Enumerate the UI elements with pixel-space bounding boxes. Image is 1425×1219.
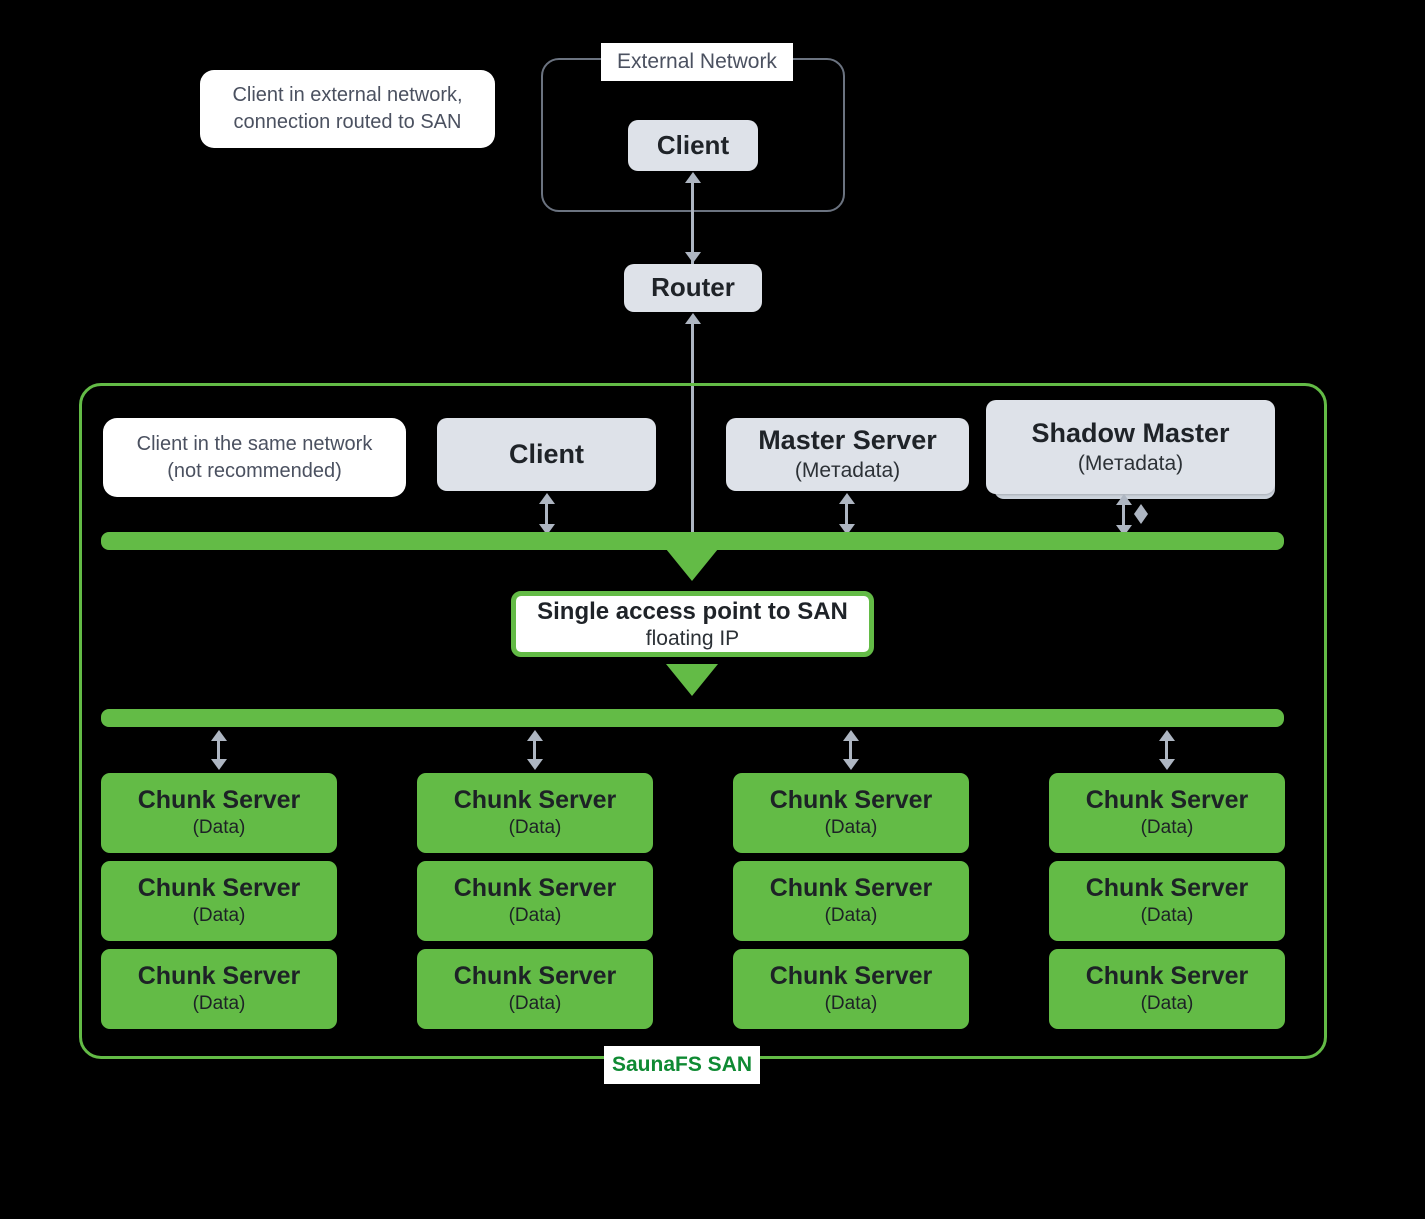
arrow-down-shadow-copy (1134, 514, 1148, 524)
chunk-server-title: Chunk Server (769, 961, 933, 990)
shadow-master-sub: (Meтadata) (1077, 451, 1184, 475)
router-node[interactable]: Router (624, 264, 762, 312)
chunk-server[interactable]: Chunk Server (Data) (1049, 861, 1285, 941)
arrow-down-chunk-col-2 (527, 759, 543, 770)
chunk-server-title: Chunk Server (1085, 785, 1249, 814)
san-client-title: Client (508, 438, 584, 469)
chunk-server[interactable]: Chunk Server (Data) (417, 773, 653, 853)
chunk-server[interactable]: Chunk Server (Data) (1049, 773, 1285, 853)
chunk-server[interactable]: Chunk Server (Data) (101, 861, 337, 941)
chunk-server-sub: (Data) (824, 993, 878, 1015)
chunk-server-sub: (Data) (1140, 905, 1194, 927)
arrow-down-chunk-col-1 (211, 759, 227, 770)
shadow-master-node[interactable]: Shadow Master (Meтadata) (986, 400, 1275, 494)
chunk-server-title: Chunk Server (137, 785, 301, 814)
chunk-server-title: Chunk Server (137, 873, 301, 902)
external-client-title: Client (656, 129, 730, 160)
chunk-server-title: Chunk Server (137, 961, 301, 990)
chunk-server-sub: (Data) (192, 993, 246, 1015)
external-client-node[interactable]: Client (628, 120, 758, 171)
chunk-server-sub: (Data) (508, 905, 562, 927)
shadow-master-title: Shadow Master (1031, 417, 1230, 448)
green-triangle-to-access-point (666, 549, 718, 581)
chunk-server-sub: (Data) (508, 817, 562, 839)
callout-internal-client: Client in the same network (not recommen… (103, 418, 406, 497)
external-network-label-text: External Network (617, 50, 777, 73)
san-lower-bus (101, 709, 1284, 727)
arrow-up-chunk-col-4 (1159, 730, 1175, 741)
master-server-node[interactable]: Master Server (Meтadata) (726, 418, 969, 491)
chunk-server-sub: (Data) (824, 817, 878, 839)
arrow-up-san-client (539, 493, 555, 504)
arrow-up-chunk-col-2 (527, 730, 543, 741)
arrow-up-shadow (1116, 494, 1132, 505)
arrow-up-master (839, 493, 855, 504)
san-client-node[interactable]: Client (437, 418, 656, 491)
chunk-server-title: Chunk Server (453, 873, 617, 902)
chunk-server-sub: (Data) (192, 905, 246, 927)
external-network-label: External Network (601, 43, 793, 81)
chunk-server-sub: (Data) (1140, 817, 1194, 839)
access-point-title: Single access point to SAN (537, 597, 848, 625)
chunk-server[interactable]: Chunk Server (Data) (733, 949, 969, 1029)
san-label-text: SaunaFS SAN (611, 1053, 753, 1076)
chunk-server-sub: (Data) (824, 905, 878, 927)
chunk-server[interactable]: Chunk Server (Data) (417, 861, 653, 941)
master-server-sub: (Meтadata) (794, 459, 901, 483)
san-label: SaunaFS SAN (604, 1046, 760, 1084)
master-server-title: Master Server (758, 425, 937, 456)
access-point-node[interactable]: Single access point to SAN floating IP (511, 591, 874, 657)
arrow-down-chunk-col-4 (1159, 759, 1175, 770)
green-triangle-to-lower-bus (666, 664, 718, 696)
chunk-server-title: Chunk Server (769, 785, 933, 814)
arrow-up-shadow-copy (1134, 504, 1148, 514)
diagram-canvas: External Network Client Client in extern… (0, 0, 1425, 1219)
arrow-down-chunk-col-3 (843, 759, 859, 770)
chunk-server[interactable]: Chunk Server (Data) (1049, 949, 1285, 1029)
chunk-server-sub: (Data) (1140, 993, 1194, 1015)
chunk-server-sub: (Data) (508, 993, 562, 1015)
chunk-server[interactable]: Chunk Server (Data) (101, 773, 337, 853)
arrow-up-to-router-bottom (685, 313, 701, 324)
arrow-down-to-router-top (685, 252, 701, 263)
chunk-server[interactable]: Chunk Server (Data) (733, 861, 969, 941)
chunk-server-sub: (Data) (192, 817, 246, 839)
chunk-server-title: Chunk Server (1085, 961, 1249, 990)
arrow-up-chunk-col-3 (843, 730, 859, 741)
chunk-server-title: Chunk Server (769, 873, 933, 902)
arrow-up-chunk-col-1 (211, 730, 227, 741)
chunk-server[interactable]: Chunk Server (Data) (733, 773, 969, 853)
arrow-up-to-external-client (685, 172, 701, 183)
chunk-server[interactable]: Chunk Server (Data) (101, 949, 337, 1029)
router-title: Router (651, 272, 735, 303)
chunk-server-title: Chunk Server (1085, 873, 1249, 902)
chunk-server[interactable]: Chunk Server (Data) (417, 949, 653, 1029)
chunk-server-title: Chunk Server (453, 961, 617, 990)
callout-external-client: Client in external network, connection r… (200, 70, 495, 148)
callout-internal-client-text: Client in the same network (not recommen… (136, 432, 373, 482)
access-point-sub: floating IP (645, 626, 740, 650)
callout-external-client-text: Client in external network, connection r… (232, 84, 463, 133)
chunk-server-title: Chunk Server (453, 785, 617, 814)
san-upper-bus (101, 532, 1284, 550)
